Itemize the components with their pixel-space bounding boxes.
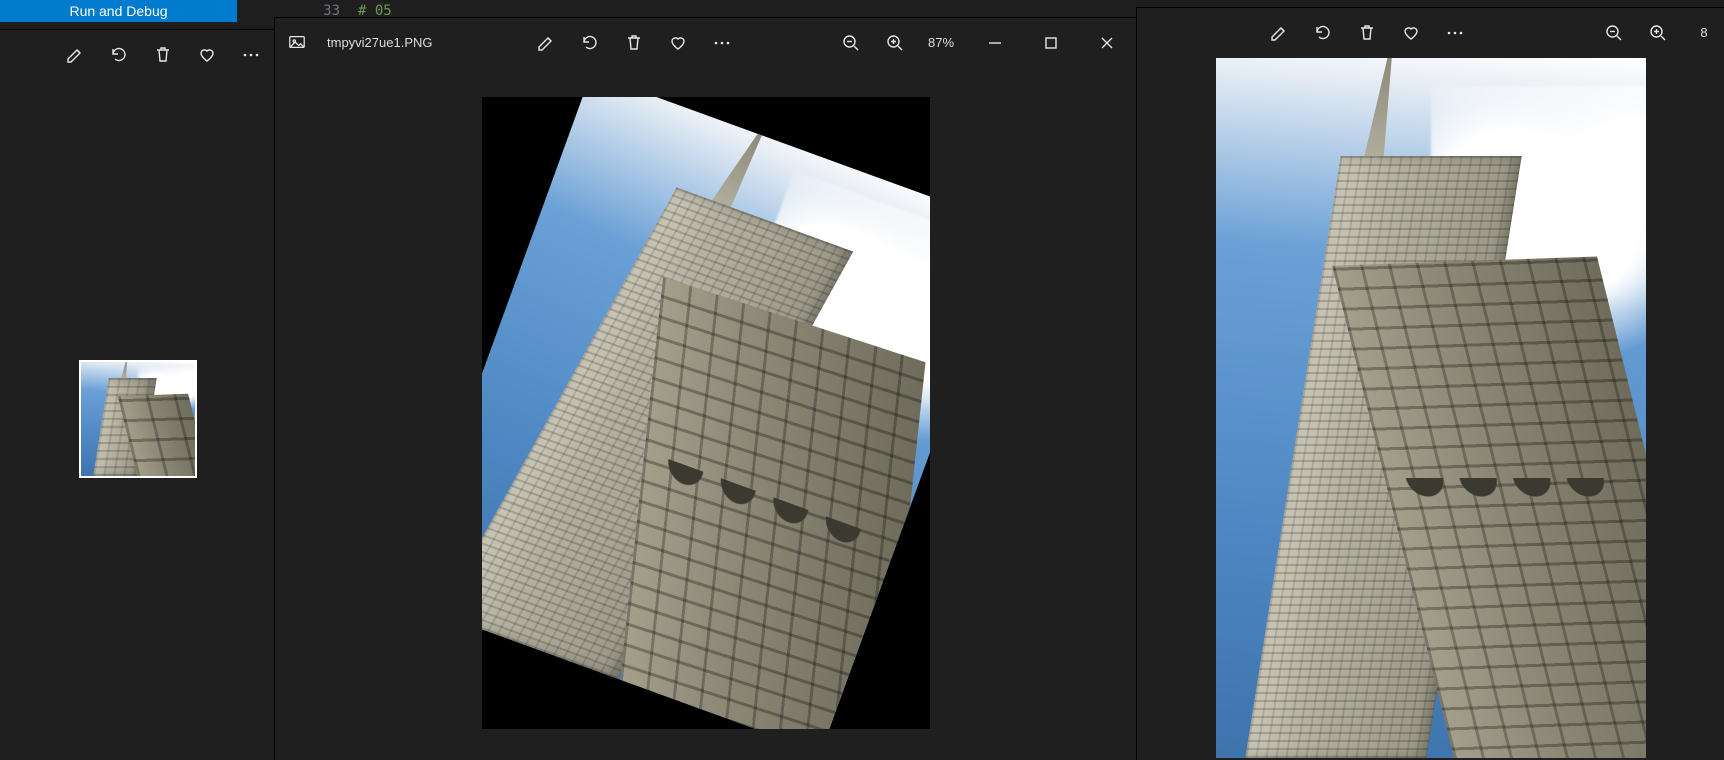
favorite-button[interactable] <box>660 25 694 59</box>
close-icon <box>1097 33 1115 51</box>
zoom-in-icon <box>1648 23 1666 41</box>
heart-icon <box>1401 23 1419 41</box>
edit-icon <box>1269 23 1287 41</box>
code-comment: # 05 <box>358 3 392 19</box>
trash-icon <box>153 45 171 63</box>
favorite-button[interactable] <box>189 37 223 71</box>
filename-label: tmpyvi27ue1.PNG <box>327 35 433 50</box>
zoom-out-icon <box>1604 23 1622 41</box>
edit-icon <box>65 45 83 63</box>
photos-window-left <box>0 30 275 760</box>
more-button[interactable] <box>233 37 267 71</box>
maximize-icon <box>1041 33 1059 51</box>
rotate-button[interactable] <box>1305 15 1339 49</box>
favorite-button[interactable] <box>1393 15 1427 49</box>
delete-button[interactable] <box>145 37 179 71</box>
image-content-rotated <box>482 97 930 729</box>
heart-icon <box>197 45 215 63</box>
delete-button[interactable] <box>616 25 650 59</box>
more-button[interactable] <box>1437 15 1471 49</box>
zoom-in-button[interactable] <box>1640 15 1674 49</box>
window-maximize-button[interactable] <box>1027 27 1073 57</box>
photos-app-icon <box>283 28 311 56</box>
more-icon <box>712 33 730 51</box>
image-viewport-right[interactable] <box>1137 56 1724 760</box>
image-viewport-left[interactable] <box>0 78 275 760</box>
zoom-in-icon <box>885 33 903 51</box>
image-thumbnail <box>79 360 197 478</box>
run-and-debug-button[interactable]: Run and Debug <box>0 0 237 22</box>
edit-icon <box>536 33 554 51</box>
toolbar <box>0 30 275 78</box>
rotate-icon <box>1313 23 1331 41</box>
zoom-level-label: 87% <box>921 35 961 50</box>
edit-button[interactable] <box>528 25 562 59</box>
trash-icon <box>1357 23 1375 41</box>
image-canvas <box>482 97 930 729</box>
edit-button[interactable] <box>57 37 91 71</box>
photos-window-right: 8 <box>1137 8 1724 760</box>
window-minimize-button[interactable] <box>971 27 1017 57</box>
zoom-out-icon <box>841 33 859 51</box>
rotate-button[interactable] <box>572 25 606 59</box>
minimize-icon <box>985 33 1003 51</box>
photos-window-middle: tmpyvi27ue1.PNG 87% <box>275 18 1137 760</box>
edit-button[interactable] <box>1261 15 1295 49</box>
more-button[interactable] <box>704 25 738 59</box>
more-icon <box>241 45 259 63</box>
zoom-out-button[interactable] <box>833 25 867 59</box>
toolbar: 8 <box>1137 8 1724 56</box>
heart-icon <box>668 33 686 51</box>
window-close-button[interactable] <box>1083 27 1129 57</box>
rotate-button[interactable] <box>101 37 135 71</box>
line-number: 33 <box>300 3 340 19</box>
zoom-in-button[interactable] <box>877 25 911 59</box>
rotate-icon <box>580 33 598 51</box>
image-viewport-middle[interactable] <box>275 66 1137 760</box>
zoom-out-button[interactable] <box>1596 15 1630 49</box>
rotate-icon <box>109 45 127 63</box>
zoom-level-label: 8 <box>1684 25 1724 40</box>
run-and-debug-label: Run and Debug <box>69 3 167 19</box>
image-content <box>1216 58 1646 758</box>
trash-icon <box>624 33 642 51</box>
more-icon <box>1445 23 1463 41</box>
delete-button[interactable] <box>1349 15 1383 49</box>
titlebar[interactable]: tmpyvi27ue1.PNG 87% <box>275 18 1137 66</box>
